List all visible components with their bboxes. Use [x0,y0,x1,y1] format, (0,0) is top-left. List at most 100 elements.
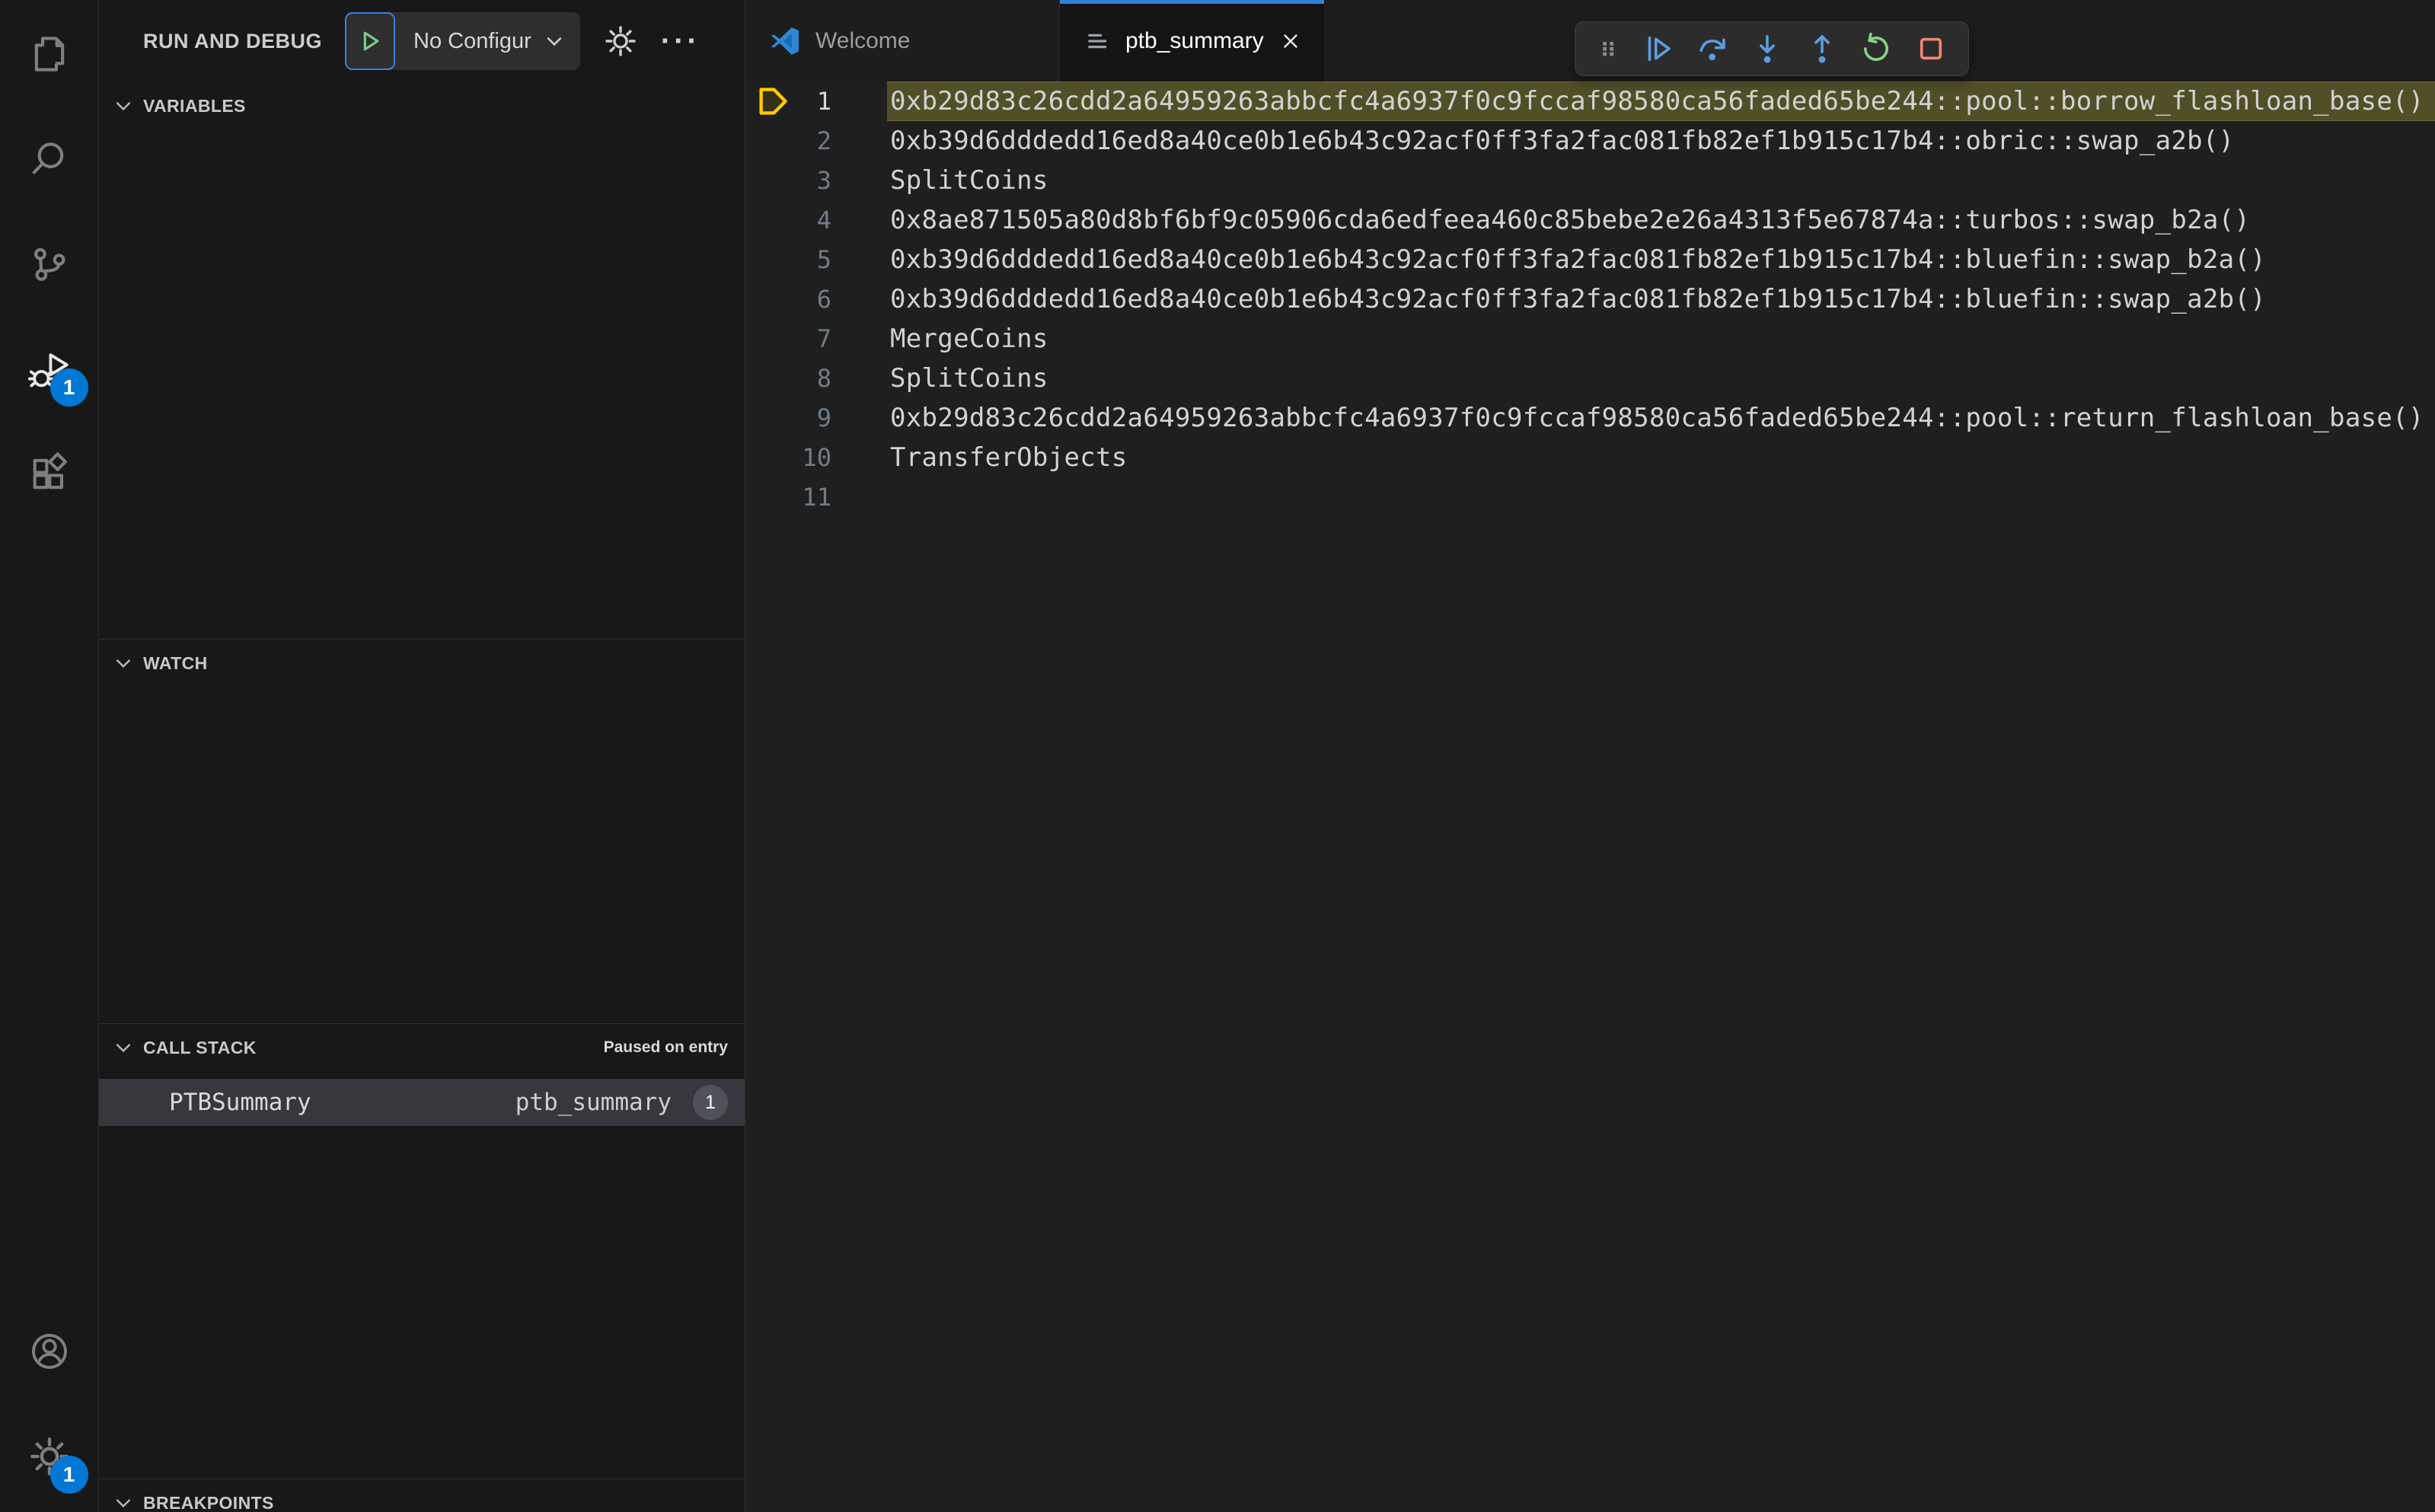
settings-button[interactable]: 1 [0,1404,99,1509]
editor-line[interactable]: 1 0xb29d83c26cdd2a64959263abbcfc4a6937f0c… [745,81,2435,121]
gear-icon [605,26,636,56]
editor-line[interactable]: 2 0xb39d6dddedd16ed8a40ce0b1e6b43c92acf0f… [745,121,2435,161]
variables-section-label: VARIABLES [143,95,246,116]
breakpoints-section-label: BREAKPOINTS [143,1492,274,1512]
gutter-gap [831,121,887,161]
settings-badge: 1 [49,1456,88,1494]
tab-ptb-summary-label: ptb_summary [1125,27,1264,53]
restart-button[interactable] [1859,31,1894,66]
pause-status-text: Paused on entry [603,1038,728,1056]
line-number: 5 [816,245,831,274]
line-number: 9 [816,404,831,432]
editor-line[interactable]: 8 SplitCoins [745,359,2435,398]
code-editor[interactable]: 1 0xb29d83c26cdd2a64959263abbcfc4a6937f0c… [745,81,2435,1512]
start-debug-button[interactable] [345,12,395,70]
watch-section: WATCH [99,639,745,1023]
debug-step-over-icon [1699,38,1726,61]
chevron-down-icon [116,1499,131,1508]
line-text [887,477,2435,517]
debug-config-dropdown[interactable]: No Configur [345,12,580,70]
debug-stop-icon [1920,37,1942,60]
debug-toolbar [1575,21,1969,76]
debug-step-into-icon [1760,35,1775,63]
stop-button[interactable] [1913,31,1948,66]
line-number: 10 [802,443,831,472]
toolbar-drag-handle[interactable] [1595,33,1621,64]
line-number: 8 [816,364,831,393]
config-dropdown-label: No Configur [413,28,531,53]
play-icon [363,31,379,51]
editor-lines: 1 0xb29d83c26cdd2a64959263abbcfc4a6937f0c… [745,81,2435,517]
editor-line[interactable]: 4 0x8ae871505a80d8bf6bf9c05906cda6edfeea4… [745,200,2435,240]
watch-section-label: WATCH [143,652,208,673]
sidebar-title: RUN AND DEBUG [143,29,322,53]
frame-count-badge: 1 [693,1085,728,1120]
editor-line[interactable]: 7 MergeCoins [745,319,2435,359]
watch-section-header[interactable]: WATCH [99,640,745,687]
line-number: 2 [816,126,831,155]
sidebar-item-source-control[interactable] [0,212,99,317]
close-tab-button[interactable] [1279,30,1302,53]
tab-ptb-summary[interactable]: ptb_summary [1060,0,1324,81]
chevron-down-icon [116,659,131,668]
gutter-gap [831,477,887,517]
editor-line[interactable]: 3 SplitCoins [745,161,2435,200]
tab-welcome-label: Welcome [815,27,911,53]
sidebar-item-run-and-debug[interactable]: 1 [0,317,99,422]
line-number: 6 [816,285,831,314]
editor-line[interactable]: 5 0xb39d6dddedd16ed8a40ce0b1e6b43c92acf0f… [745,240,2435,279]
more-actions-button[interactable]: ··· [661,26,701,56]
call-stack-section-header[interactable]: CALL STACK Paused on entry [99,1024,745,1071]
chevron-down-icon [547,37,561,46]
step-out-button[interactable] [1805,31,1840,66]
gutter-gap [831,359,887,398]
variables-section-header[interactable]: VARIABLES [99,82,745,129]
files-icon [34,37,64,72]
git-branch-icon [34,247,65,281]
line-number: 11 [802,483,831,512]
call-stack-section: CALL STACK Paused on entry PTBSummary pt… [99,1023,745,1479]
tab-welcome[interactable]: Welcome [745,0,1060,81]
activity-bar: 1 1 [0,0,99,1512]
line-number: 3 [816,166,831,195]
call-stack-frame-row[interactable]: PTBSummary ptb_summary 1 [99,1079,745,1126]
gutter-gap [831,438,887,477]
sidebar-item-search[interactable] [0,107,99,212]
continue-button[interactable] [1641,31,1676,66]
search-icon [32,142,63,174]
current-execution-pointer-icon [759,88,787,115]
editor-line[interactable]: 11 [745,477,2435,517]
vscode-window: 1 1 RUN AND DEBUG No Configur ··· VARIAB… [0,0,2435,1512]
ellipsis-icon: ··· [660,24,701,58]
extensions-icon [33,452,67,490]
step-over-button[interactable] [1695,31,1730,66]
call-stack-section-label: CALL STACK [143,1037,257,1057]
debug-restart-icon [1864,32,1889,61]
line-text: 0x8ae871505a80d8bf6bf9c05906cda6edfeea46… [890,205,2251,235]
line-text: TransferObjects [890,442,1128,473]
variables-section: VARIABLES [99,82,745,639]
sidebar-item-extensions[interactable] [0,422,99,527]
line-text: 0xb29d83c26cdd2a64959263abbcfc4a6937f0c9… [890,403,2424,433]
chevron-down-icon [116,1044,131,1053]
debug-step-out-icon [1814,35,1830,63]
debug-session-name: PTBSummary [169,1089,311,1116]
breakpoints-section: BREAKPOINTS [99,1479,745,1512]
gutter-gap [831,240,887,279]
editor-line[interactable]: 10 TransferObjects [745,438,2435,477]
step-into-button[interactable] [1750,31,1785,66]
breakpoints-section-header[interactable]: BREAKPOINTS [99,1479,745,1512]
account-button[interactable] [0,1299,99,1404]
debug-settings-button[interactable] [603,24,638,59]
debug-badge: 1 [49,368,88,407]
debug-continue-icon [1648,36,1671,62]
sidebar-item-explorer[interactable] [0,2,99,107]
editor-line[interactable]: 6 0xb39d6dddedd16ed8a40ce0b1e6b43c92acf0f… [745,279,2435,319]
line-text: 0xb39d6dddedd16ed8a40ce0b1e6b43c92acf0ff… [890,244,2266,275]
gutter-gap [831,81,887,121]
editor-line[interactable]: 9 0xb29d83c26cdd2a64959263abbcfc4a6937f0c… [745,398,2435,438]
gutter-gap [831,279,887,319]
line-text: 0xb39d6dddedd16ed8a40ce0b1e6b43c92acf0ff… [890,126,2235,156]
run-and-debug-sidebar: RUN AND DEBUG No Configur ··· VARIABLES … [99,0,745,1512]
gutter-gap [831,161,887,200]
